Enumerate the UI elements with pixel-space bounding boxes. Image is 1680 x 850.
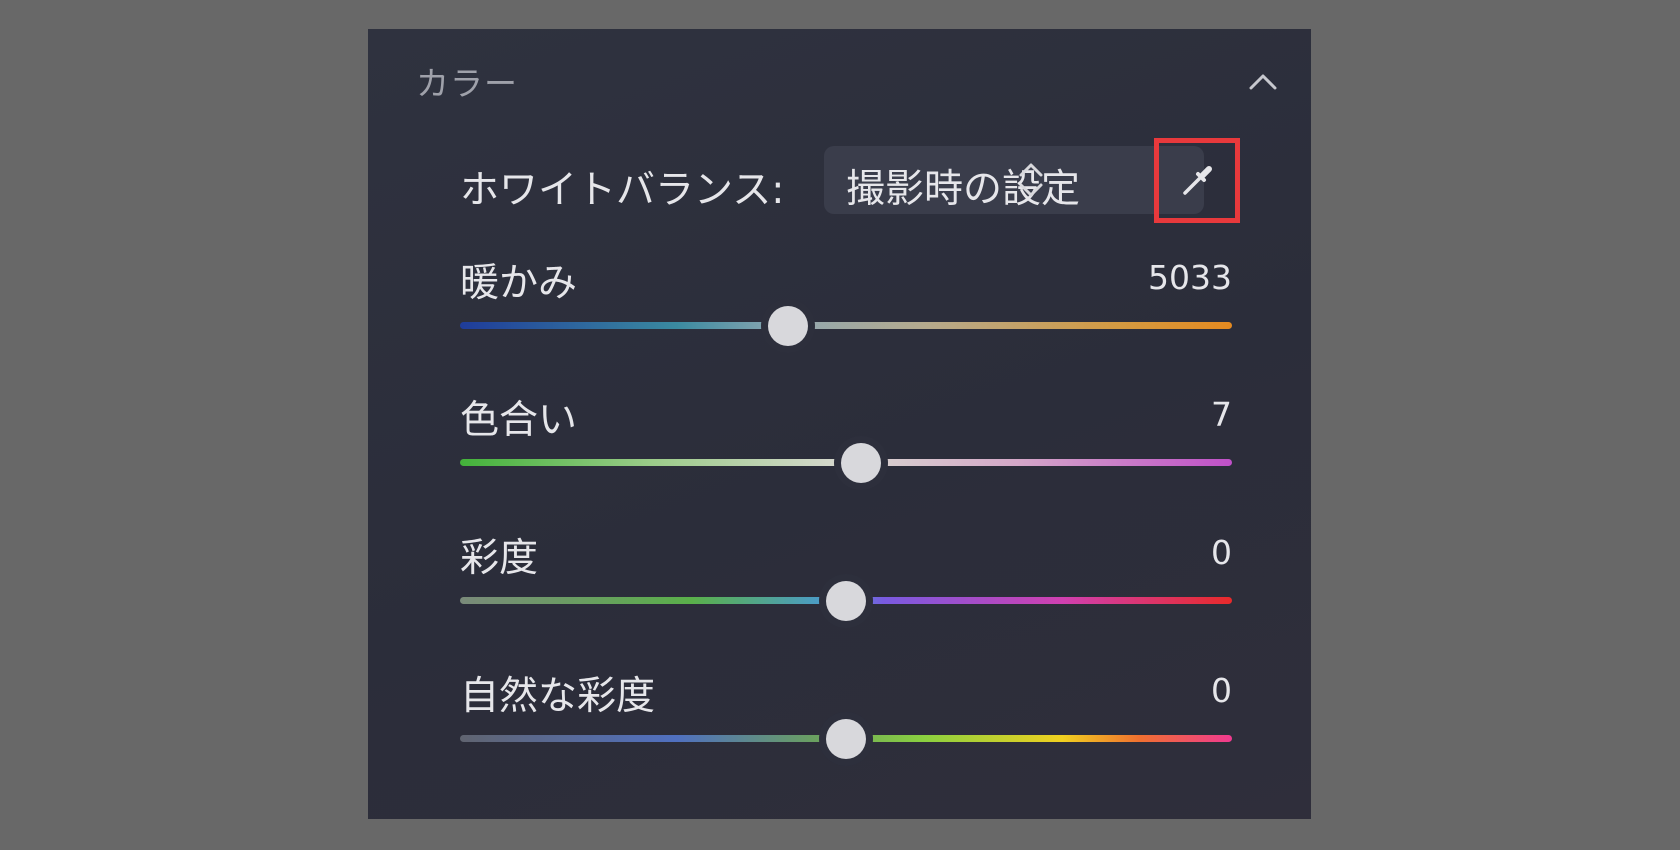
vibrance-label: 自然な彩度 [460, 674, 656, 719]
vibrance-value: 0 [1211, 671, 1232, 710]
warmth-slider-thumb[interactable] [768, 306, 809, 346]
chevron-up-icon [1249, 74, 1277, 90]
white-balance-label: ホワイトバランス: [460, 168, 785, 213]
tint-slider-row: 色合い 7 [460, 389, 1232, 499]
white-balance-select[interactable]: 撮影時の設定 [824, 146, 1204, 214]
panel-title: カラー [416, 64, 518, 103]
tint-label: 色合い [460, 398, 578, 443]
saturation-label: 彩度 [460, 536, 539, 581]
saturation-slider-thumb[interactable] [826, 581, 866, 621]
warmth-value: 5033 [1148, 258, 1232, 297]
up-down-chevron-icon [1016, 157, 1046, 203]
collapse-button[interactable] [1243, 61, 1283, 101]
vibrance-slider-row: 自然な彩度 0 [460, 665, 1232, 775]
warmth-label: 暖かみ [460, 261, 578, 306]
saturation-slider-row: 彩度 0 [460, 527, 1232, 637]
tint-value: 7 [1211, 395, 1232, 434]
color-panel: カラー ホワイトバランス: 撮影時の設定 暖かみ 5033 色合い 7 彩度 0… [368, 29, 1311, 819]
warmth-slider-track[interactable] [460, 322, 1232, 329]
tint-slider-thumb[interactable] [841, 443, 882, 483]
vibrance-slider-thumb[interactable] [826, 719, 866, 759]
warmth-slider-row: 暖かみ 5033 [460, 252, 1232, 362]
eyedropper-icon [1183, 166, 1212, 195]
saturation-value: 0 [1211, 533, 1232, 572]
eyedropper-button[interactable] [1154, 138, 1240, 223]
